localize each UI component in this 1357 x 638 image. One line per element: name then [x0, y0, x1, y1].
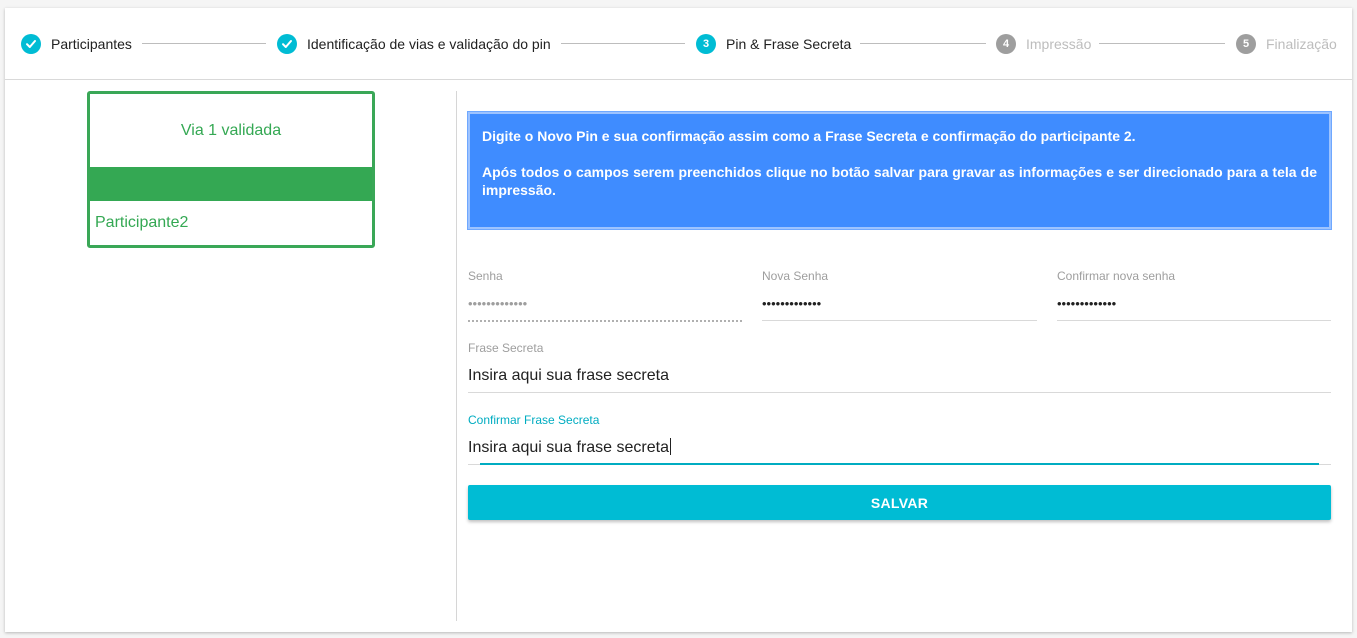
senha-input: ••••••••••••• [468, 296, 528, 311]
vertical-divider [456, 91, 457, 621]
step-connector [1099, 43, 1225, 44]
text-caret [670, 438, 671, 455]
via-band [90, 167, 372, 201]
instructions-box: Digite o Novo Pin e sua confirmação assi… [467, 111, 1332, 230]
step-finalizacao[interactable]: 5 Finalização [1236, 33, 1337, 55]
nova-senha-input[interactable]: ••••••••••••• [762, 294, 1037, 314]
via-validated-card: Via 1 validada Participante2 [87, 91, 375, 248]
instructions-line-2: Após todos o campos serem preenchidos cl… [482, 164, 1317, 198]
confirmar-senha-underline [1057, 320, 1331, 321]
step-connector [142, 43, 266, 44]
step-participantes[interactable]: Participantes [21, 33, 132, 55]
step-connector [860, 43, 986, 44]
senha-label: Senha [468, 269, 503, 283]
step-number: 4 [996, 34, 1016, 54]
confirmar-frase-text: Insira aqui sua frase secreta [468, 439, 669, 456]
save-button[interactable]: SALVAR [468, 485, 1331, 520]
stepper: Participantes Identificação de vias e va… [5, 8, 1352, 80]
step-connector [561, 43, 685, 44]
nova-senha-underline [762, 320, 1037, 321]
step-label: Identificação de vias e validação do pin [307, 36, 551, 52]
step-label: Pin & Frase Secreta [726, 36, 852, 52]
confirmar-frase-underline [468, 463, 1331, 465]
frase-secreta-field[interactable]: Frase Secreta Insira aqui sua frase secr… [468, 341, 1331, 393]
confirmar-senha-label: Confirmar nova senha [1057, 269, 1176, 283]
confirmar-frase-field[interactable]: Confirmar Frase Secreta Insira aqui sua … [468, 413, 1331, 465]
step-number: 3 [696, 34, 716, 54]
step-impressao[interactable]: 4 Impressão [996, 33, 1091, 55]
step-pin-frase[interactable]: 3 Pin & Frase Secreta [696, 33, 851, 55]
confirmar-frase-label: Confirmar Frase Secreta [468, 413, 600, 427]
senha-underline [468, 320, 742, 322]
nova-senha-field[interactable]: Nova Senha ••••••••••••• [762, 269, 1037, 321]
main-card: Participantes Identificação de vias e va… [5, 8, 1352, 632]
instructions-line-1: Digite o Novo Pin e sua confirmação assi… [482, 128, 1136, 144]
confirmar-frase-input[interactable]: Insira aqui sua frase secreta [468, 438, 1331, 458]
confirmar-senha-field[interactable]: Confirmar nova senha ••••••••••••• [1057, 269, 1331, 321]
step-label: Finalização [1266, 36, 1337, 52]
frase-secreta-label: Frase Secreta [468, 341, 544, 355]
confirmar-senha-input[interactable]: ••••••••••••• [1057, 294, 1331, 314]
step-label: Participantes [51, 36, 132, 52]
frase-secreta-input[interactable]: Insira aqui sua frase secreta [468, 366, 1331, 386]
senha-field: Senha ••••••••••••• [468, 269, 742, 322]
via-title: Via 1 validada [180, 121, 282, 139]
step-identificacao[interactable]: Identificação de vias e validação do pin [277, 33, 551, 55]
check-icon [21, 34, 41, 54]
step-number: 5 [1236, 34, 1256, 54]
nova-senha-label: Nova Senha [762, 269, 829, 283]
frase-secreta-underline [468, 392, 1331, 393]
check-icon [277, 34, 297, 54]
step-label: Impressão [1026, 36, 1092, 52]
participant-name: Participante2 [95, 214, 189, 231]
